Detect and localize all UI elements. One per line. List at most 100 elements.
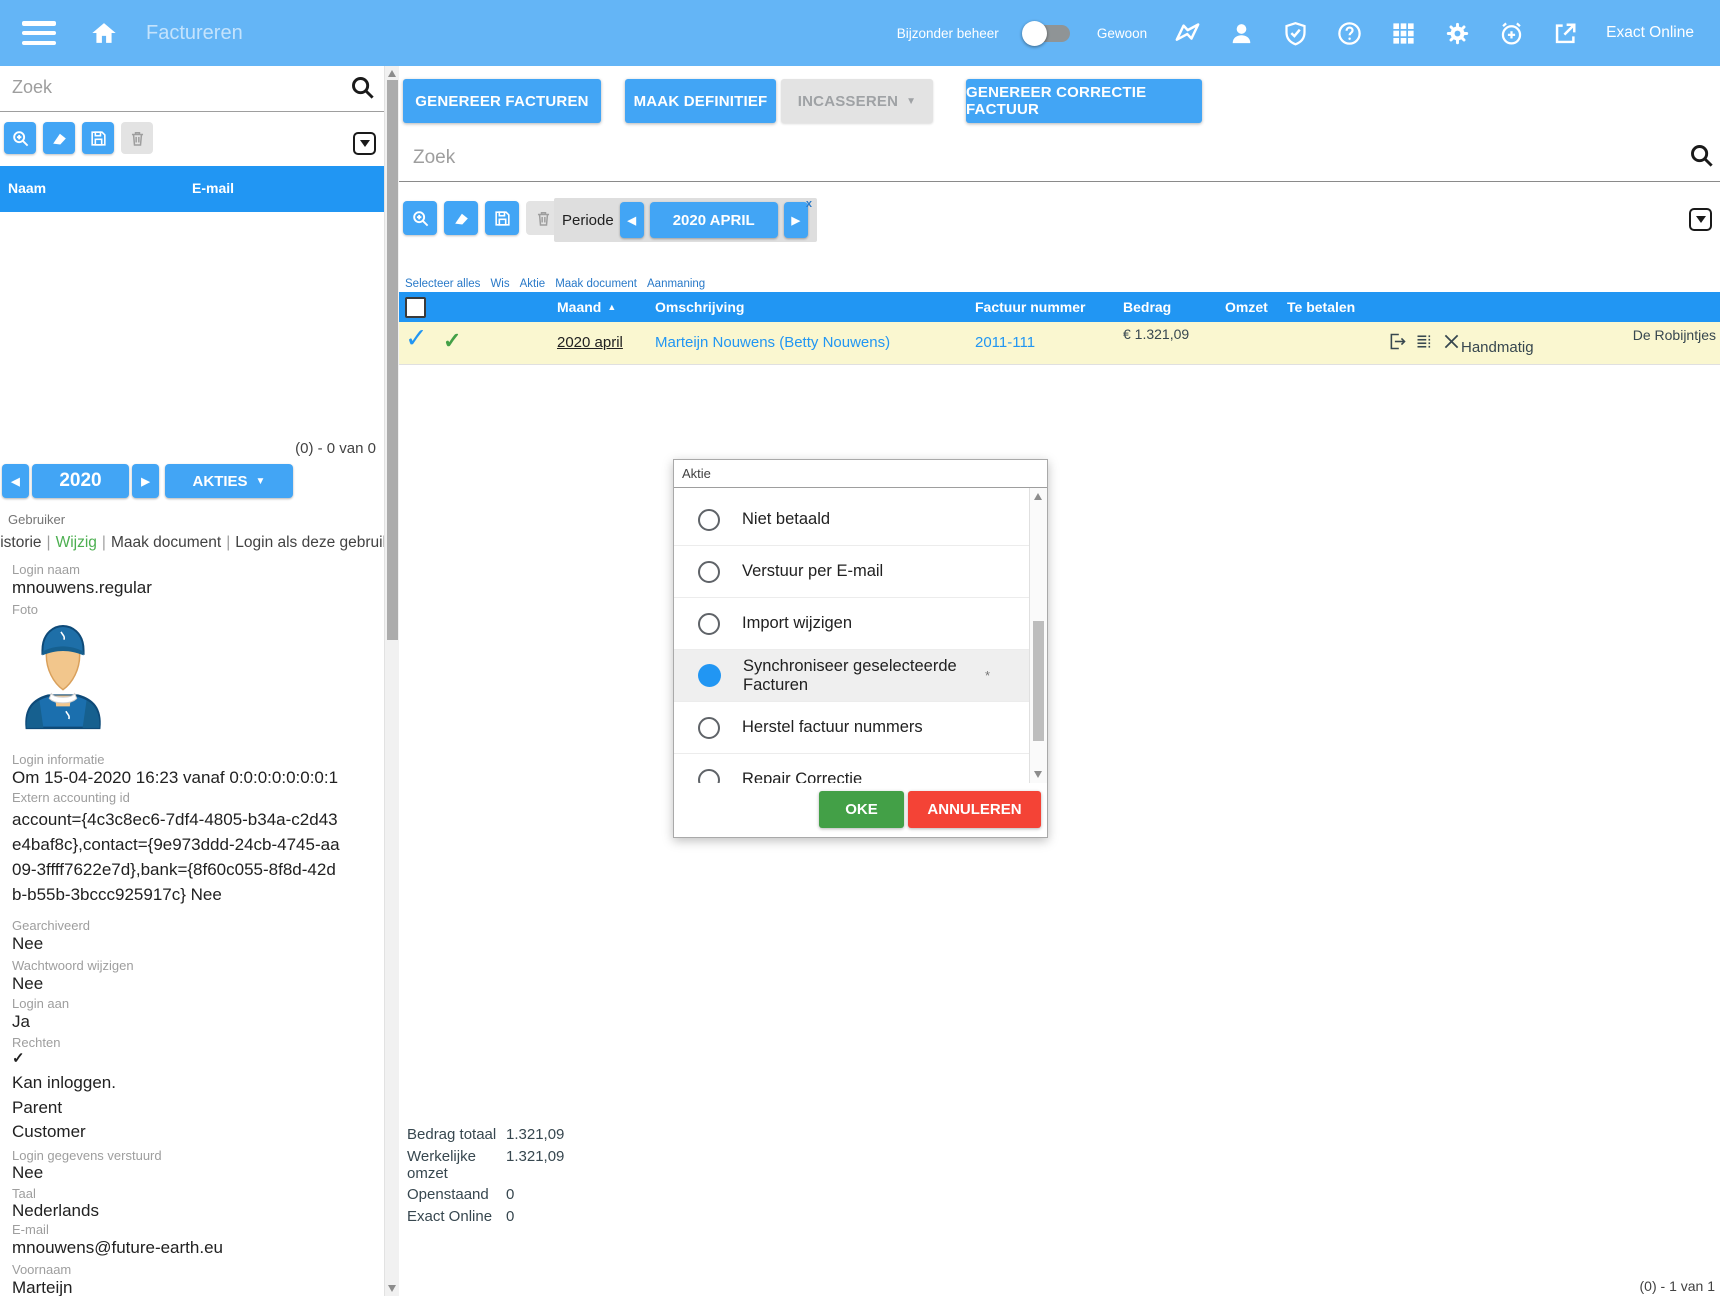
panel-scrollbar[interactable] <box>384 66 400 1296</box>
main-search-input[interactable] <box>411 136 1615 180</box>
save-button[interactable] <box>485 201 519 235</box>
radio-icon[interactable] <box>698 561 720 583</box>
gearchiveerd-label: Gearchiveerd <box>12 918 90 933</box>
option-synchroniseer[interactable]: Synchroniseer geselecteerde Facturen * <box>674 650 1030 702</box>
eraser-button[interactable] <box>444 201 478 235</box>
link-login-als[interactable]: Login als deze gebruiker <box>235 534 384 551</box>
option-import-wijzigen[interactable]: Import wijzigen <box>674 598 1030 650</box>
row-omschrijving-link[interactable]: Marteijn Nouwens (Betty Nouwens) <box>655 334 890 351</box>
close-x-icon[interactable] <box>1441 331 1462 352</box>
periode-next-button[interactable]: ▶ <box>784 202 808 238</box>
header-omzet[interactable]: Omzet <box>1225 299 1268 315</box>
option-herstel-nummers[interactable]: Herstel factuur nummers <box>674 702 1030 754</box>
header-maand[interactable]: Maand▲ <box>557 299 616 315</box>
radio-icon[interactable] <box>698 509 720 531</box>
scroll-down-icon[interactable] <box>388 1285 396 1292</box>
email-value: mnouwens@future-earth.eu <box>12 1238 223 1258</box>
alarm-plus-icon[interactable] <box>1498 20 1525 47</box>
settings-gear-icon[interactable] <box>1444 20 1471 47</box>
export-icon[interactable] <box>1387 331 1408 352</box>
header-te-betalen[interactable]: Te betalen <box>1287 299 1355 315</box>
external-link-icon[interactable] <box>1552 20 1579 47</box>
scrollbar-thumb[interactable] <box>387 80 398 640</box>
link-historie[interactable]: Historie <box>0 534 42 551</box>
zoom-in-button[interactable] <box>4 122 36 154</box>
toggle-knob[interactable] <box>1022 21 1047 46</box>
column-email[interactable]: E-mail <box>192 180 234 196</box>
link-wis[interactable]: Wis <box>490 278 509 290</box>
list-icon[interactable] <box>1414 331 1435 352</box>
hamburger-menu-icon[interactable] <box>22 21 56 45</box>
radio-icon[interactable] <box>698 769 720 784</box>
year-prev-button[interactable]: ◀ <box>2 464 29 498</box>
search-icon[interactable] <box>1688 142 1715 169</box>
header-bedrag[interactable]: Bedrag <box>1123 299 1171 315</box>
incasseren-button[interactable]: INCASSEREN ▼ <box>781 79 933 123</box>
header-omschrijving[interactable]: Omschrijving <box>655 299 744 315</box>
extern-accounting-id-value: account={4c3c8ec6-7df4-4805-b34a-c2d43e4… <box>12 807 344 907</box>
scroll-up-icon[interactable] <box>1034 493 1042 500</box>
home-icon[interactable] <box>90 19 118 47</box>
link-maak-document[interactable]: Maak document <box>111 534 221 551</box>
login-gegevens-label: Login gegevens verstuurd <box>12 1148 162 1163</box>
total-label: Werkelijke omzet <box>407 1148 506 1182</box>
scroll-down-icon[interactable] <box>1034 771 1042 778</box>
oke-button[interactable]: OKE <box>819 791 904 828</box>
main-area: GENEREER FACTUREN MAAK DEFINITIEF INCASS… <box>399 66 1720 1296</box>
scrollbar-thumb[interactable] <box>1033 621 1044 741</box>
link-wijzig[interactable]: Wijzig <box>56 534 97 551</box>
zoom-in-button[interactable] <box>403 201 437 235</box>
option-repair-correctie[interactable]: Repair Correctie <box>674 754 1030 783</box>
save-button[interactable] <box>82 122 114 154</box>
row-factuur-link[interactable]: 2011-111 <box>975 334 1035 351</box>
chevron-down-icon: ▼ <box>906 96 916 107</box>
header-factuur-nummer[interactable]: Factuur nummer <box>975 299 1085 315</box>
row-maand-link[interactable]: 2020 april <box>557 334 623 351</box>
delete-button[interactable] <box>121 122 153 154</box>
table-row[interactable]: ✓ ✓ 2020 april Marteijn Nouwens (Betty N… <box>399 322 1720 365</box>
panel-filter-icon[interactable] <box>353 132 376 155</box>
topbar-right: Bijzonder beheer Gewoon Exact Online <box>897 20 1720 47</box>
genereer-correctie-button[interactable]: GENEREER CORRECTIE FACTUUR <box>966 79 1202 123</box>
ribbon-icon[interactable] <box>1174 20 1201 47</box>
akties-dropdown-button[interactable]: AKTIES ▼ <box>165 464 293 498</box>
periode-value-button[interactable]: 2020 APRIL <box>650 202 778 238</box>
totals-block: Bedrag totaal1.321,09 Werkelijke omzet1.… <box>407 1126 564 1229</box>
total-label: Bedrag totaal <box>407 1126 506 1143</box>
option-verstuur-email[interactable]: Verstuur per E-mail <box>674 546 1030 598</box>
help-icon[interactable] <box>1336 20 1363 47</box>
annuleren-button[interactable]: ANNULEREN <box>908 791 1041 828</box>
apps-grid-icon[interactable] <box>1390 20 1417 47</box>
row-method: Handmatig <box>1461 339 1534 356</box>
year-button[interactable]: 2020 <box>32 464 129 498</box>
link-aktie[interactable]: Aktie <box>520 278 546 290</box>
admin-mode-toggle[interactable] <box>1026 25 1070 42</box>
parent-text: Parent <box>12 1098 62 1118</box>
modal-scrollbar[interactable] <box>1029 488 1047 783</box>
shield-check-icon[interactable] <box>1282 20 1309 47</box>
radio-icon[interactable] <box>698 613 720 635</box>
panel-search-input[interactable] <box>10 66 314 108</box>
link-maak-document[interactable]: Maak document <box>555 278 637 290</box>
column-naam[interactable]: Naam <box>8 180 46 196</box>
option-label: Synchroniseer geselecteerde Facturen <box>743 657 985 695</box>
periode-prev-button[interactable]: ◀ <box>620 202 644 238</box>
link-selecteer-alles[interactable]: Selecteer alles <box>405 278 480 290</box>
radio-selected-icon[interactable] <box>698 664 721 687</box>
year-next-button[interactable]: ▶ <box>132 464 159 498</box>
select-all-checkbox[interactable] <box>405 297 426 318</box>
scroll-up-icon[interactable] <box>388 70 396 77</box>
link-aanmaning[interactable]: Aanmaning <box>647 278 705 290</box>
user-icon[interactable] <box>1228 20 1255 47</box>
eraser-button[interactable] <box>43 122 75 154</box>
option-label: Niet betaald <box>742 510 830 529</box>
search-icon[interactable] <box>349 74 376 101</box>
radio-icon[interactable] <box>698 717 720 739</box>
option-niet-betaald[interactable]: Niet betaald <box>674 494 1030 546</box>
panel-search-row <box>0 66 384 112</box>
maak-definitief-button[interactable]: MAAK DEFINITIEF <box>625 79 776 123</box>
genereer-facturen-button[interactable]: GENEREER FACTUREN <box>403 79 601 123</box>
main-filter-icon[interactable] <box>1689 208 1712 231</box>
row-selected-check-icon[interactable]: ✓ <box>405 323 428 354</box>
periode-close-icon[interactable]: x <box>806 198 812 210</box>
